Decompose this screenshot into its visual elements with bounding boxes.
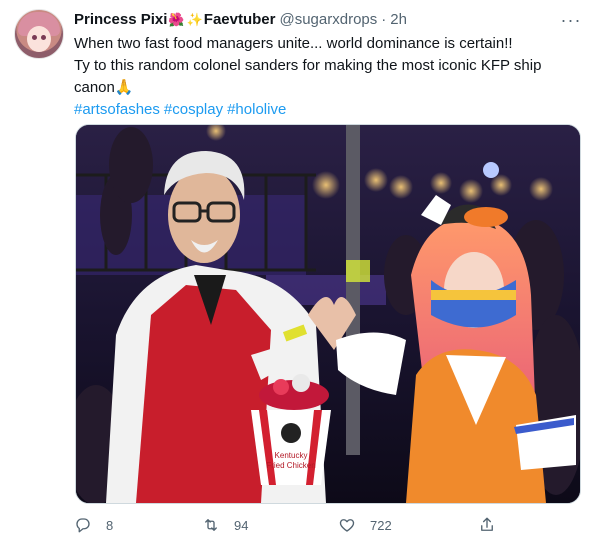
share-icon <box>481 517 493 531</box>
avatar-face <box>27 26 51 52</box>
avatar-eye <box>41 35 46 40</box>
display-name[interactable]: Princess Pixi <box>74 11 167 28</box>
tweet-actions: 8 94 722 <box>74 516 534 538</box>
display-name-suffix[interactable]: Faevtuber <box>204 11 276 28</box>
avatar[interactable] <box>14 9 64 59</box>
kfc-bucket: Kentucky Fried Chicken <box>251 374 331 485</box>
tweet-text-line: When two fast food managers unite... wor… <box>74 35 513 52</box>
hashtags: #artsofashes #cosplay #hololive <box>74 99 584 121</box>
bucket-text: Fried Chicken <box>266 461 315 470</box>
hashtag-link[interactable]: #hololive <box>227 101 286 118</box>
heart-icon <box>339 519 355 532</box>
sparkles-emoji: ✨ <box>186 11 203 27</box>
bucket-text: Kentucky <box>275 451 308 460</box>
hibiscus-emoji: 🌺 <box>168 11 185 27</box>
tweet-header: Princess Pixi 🌺 ✨ Faevtuber @sugarxdrops… <box>74 11 407 28</box>
tweet-text-line: Ty to this random colonel sanders for ma… <box>74 57 542 96</box>
tweet[interactable]: Princess Pixi 🌺 ✨ Faevtuber @sugarxdrops… <box>0 0 601 554</box>
timestamp[interactable]: 2h <box>390 11 407 28</box>
reply-icon <box>76 518 90 533</box>
tweet-photo[interactable]: Kentucky Fried Chicken <box>75 124 581 504</box>
user-handle[interactable]: @sugarxdrops <box>279 11 377 28</box>
hashtag-link[interactable]: #cosplay <box>164 101 223 118</box>
avatar-eye <box>32 35 37 40</box>
reply-count: 8 <box>106 517 114 533</box>
retweet-icon <box>205 519 217 531</box>
separator-dot: · <box>381 11 387 28</box>
retweet-button[interactable]: 94 <box>202 516 248 534</box>
like-count: 722 <box>370 517 392 533</box>
share-button[interactable] <box>478 516 510 534</box>
like-button[interactable]: 722 <box>338 516 392 534</box>
hashtag-link[interactable]: #artsofashes <box>74 101 160 118</box>
retweet-count: 94 <box>234 517 249 533</box>
tweet-text: When two fast food managers unite... wor… <box>74 33 584 121</box>
reply-button[interactable]: 8 <box>74 516 113 534</box>
more-icon[interactable]: ··· <box>556 8 586 32</box>
photo-illustration: Kentucky Fried Chicken <box>76 125 580 503</box>
